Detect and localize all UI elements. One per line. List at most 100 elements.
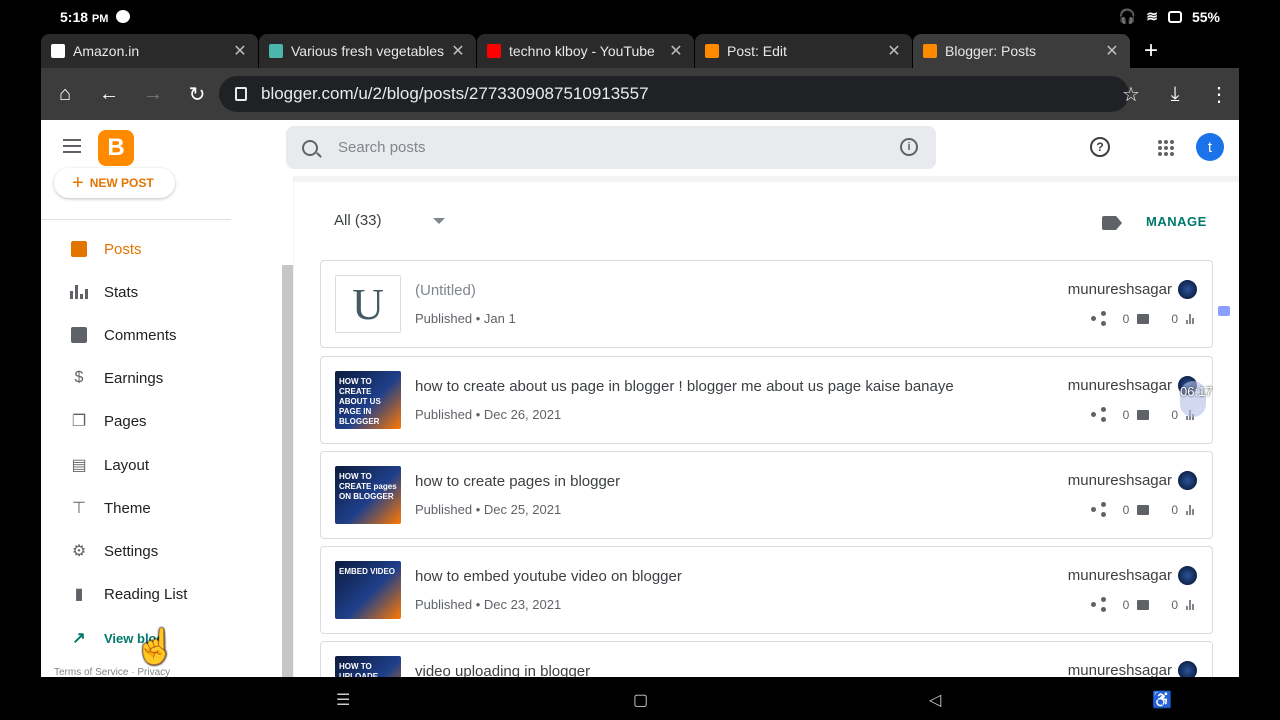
view-count: 0 (1171, 312, 1178, 326)
sidebar-item-pages[interactable]: ❐ Pages (41, 401, 281, 441)
search-bar: i (286, 126, 936, 169)
label-icon[interactable] (1102, 216, 1122, 230)
close-tab-icon[interactable]: ✕ (232, 41, 248, 61)
stats-icon (70, 283, 88, 301)
comment-icon (1137, 600, 1150, 610)
sidebar-item-label: Posts (104, 240, 142, 258)
reload-icon[interactable]: ↻ (177, 74, 217, 114)
close-tab-icon[interactable]: ✕ (668, 41, 684, 61)
post-row[interactable]: U (Untitled) Published • Jan 1 munureshs… (320, 260, 1213, 348)
bookmark-icon: ▮ (74, 586, 84, 603)
address-bar[interactable]: blogger.com/u/2/blog/posts/2773309087510… (219, 76, 1129, 112)
author-avatar (1177, 470, 1198, 491)
post-actions: 0 0 (1090, 407, 1194, 423)
home-button-icon[interactable]: ▢ (633, 690, 648, 710)
post-row[interactable]: HOW TO CREATE pages ON BLOGGER how to cr… (320, 451, 1213, 539)
tab-youtube[interactable]: techno klboy - YouTube ✕ (477, 34, 694, 68)
search-icon[interactable] (302, 139, 318, 156)
dollar-icon: $ (74, 369, 84, 386)
sidebar-item-earnings[interactable]: $ Earnings (41, 358, 281, 398)
post-title[interactable]: video uploading in blogger (415, 663, 590, 677)
sidebar-item-reading-list[interactable]: ▮ Reading List (41, 574, 281, 614)
post-filter-dropdown[interactable]: All (33) (334, 212, 382, 229)
battery-icon (1167, 10, 1182, 23)
layout-icon: ▤ (71, 457, 87, 474)
close-tab-icon[interactable]: ✕ (450, 41, 466, 61)
info-icon[interactable]: i (900, 138, 918, 156)
post-author: munureshsagar (1067, 567, 1172, 584)
close-tab-icon[interactable]: ✕ (886, 41, 902, 61)
tab-vegetables[interactable]: Various fresh vegetables ✕ (259, 34, 476, 68)
post-row[interactable]: EMBED VIDEO how to embed youtube video o… (320, 546, 1213, 634)
post-author: munureshsagar (1067, 472, 1172, 489)
help-icon[interactable]: ? (1090, 137, 1110, 157)
camera-icon[interactable] (1218, 306, 1230, 316)
post-row[interactable]: HOW TO UPLOADE video uploading in blogge… (320, 641, 1213, 677)
search-input[interactable] (338, 139, 878, 156)
hand-cursor-icon: ☝ (134, 628, 177, 666)
comment-count: 0 (1122, 598, 1130, 612)
vegetables-favicon-icon (269, 44, 283, 58)
tab-post-edit[interactable]: Post: Edit ✕ (695, 34, 912, 68)
share-icon[interactable] (1090, 407, 1107, 423)
headphones-icon: 🎧 (1118, 8, 1137, 24)
post-title[interactable]: how to embed youtube video on blogger (415, 568, 682, 585)
blogger-logo[interactable]: B (98, 130, 134, 166)
sidebar-item-theme[interactable]: ⊤ Theme (41, 488, 281, 528)
post-title[interactable]: how to create pages in blogger (415, 473, 620, 490)
recents-icon[interactable]: ☰ (336, 690, 350, 710)
pages-icon: ❐ (71, 413, 87, 430)
sidebar-item-stats[interactable]: Stats (41, 272, 281, 312)
menu-icon[interactable] (63, 139, 81, 153)
amazon-favicon-icon (51, 44, 65, 58)
sidebar-item-label: Settings (104, 542, 159, 560)
manage-button[interactable]: MANAGE (1146, 214, 1207, 229)
sidebar-item-layout[interactable]: ▤ Layout (41, 445, 281, 485)
download-icon[interactable]: ⤓ (1155, 74, 1195, 114)
browser-toolbar: ⌂ ← → ↻ blogger.com/u/2/blog/posts/27733… (41, 68, 1239, 120)
star-icon[interactable]: ☆ (1111, 74, 1151, 114)
tab-blogger-posts[interactable]: Blogger: Posts ✕ (913, 34, 1130, 68)
status-time: 5:18 PM (60, 9, 109, 25)
more-menu-icon[interactable]: ⋮ (1199, 74, 1239, 114)
sidebar-item-posts[interactable]: Posts (41, 229, 281, 269)
new-post-button[interactable]: + NEW POST (54, 168, 175, 198)
share-icon[interactable] (1090, 502, 1107, 518)
scrollbar-thumb[interactable] (282, 265, 293, 677)
post-thumbnail: HOW TO CREATE pages ON BLOGGER (335, 466, 401, 524)
back-button-icon[interactable]: ◁ (929, 690, 941, 710)
lock-icon (235, 87, 247, 101)
back-icon[interactable]: ← (89, 74, 129, 114)
post-thumbnail: HOW TO UPLOADE (335, 656, 401, 677)
new-post-label: NEW POST (89, 176, 154, 190)
forward-icon[interactable]: → (133, 74, 173, 114)
comment-count: 0 (1122, 312, 1130, 326)
post-thumbnail: U (335, 275, 401, 333)
dropdown-arrow-icon[interactable] (433, 218, 445, 224)
author-avatar (1177, 660, 1198, 677)
toolbar-actions: ☆ ⤓ ⋮ (1107, 74, 1239, 114)
share-icon[interactable] (1090, 597, 1107, 613)
account-avatar[interactable]: t (1196, 133, 1224, 161)
home-icon[interactable]: ⌂ (45, 74, 85, 114)
new-tab-button[interactable]: + (1131, 34, 1171, 68)
close-tab-icon[interactable]: ✕ (1104, 41, 1120, 61)
post-title[interactable]: how to create about us page in blogger !… (415, 378, 954, 395)
share-icon[interactable] (1090, 311, 1107, 327)
sidebar-item-settings[interactable]: ⚙ Settings (41, 531, 281, 571)
views-icon (1186, 505, 1194, 515)
tab-amazon[interactable]: Amazon.in ✕ (41, 34, 258, 68)
author-avatar (1177, 565, 1198, 586)
post-author: munureshsagar (1067, 377, 1172, 394)
apps-grid-icon[interactable] (1158, 140, 1174, 156)
comment-icon (1137, 505, 1150, 515)
post-title[interactable]: (Untitled) (415, 282, 476, 299)
author-avatar (1177, 279, 1198, 300)
status-icons: 🎧 ≋ 55% (1119, 8, 1220, 25)
sidebar-item-comments[interactable]: Comments (41, 315, 281, 355)
post-row[interactable]: HOW TO CREATE ABOUT US PAGE IN BLOGGER h… (320, 356, 1213, 444)
tab-title: Post: Edit (727, 43, 787, 59)
accessibility-icon[interactable]: ♿ (1152, 690, 1172, 710)
view-count: 0 (1171, 598, 1178, 612)
footer-links[interactable]: Terms of Service · Privacy (54, 667, 170, 677)
